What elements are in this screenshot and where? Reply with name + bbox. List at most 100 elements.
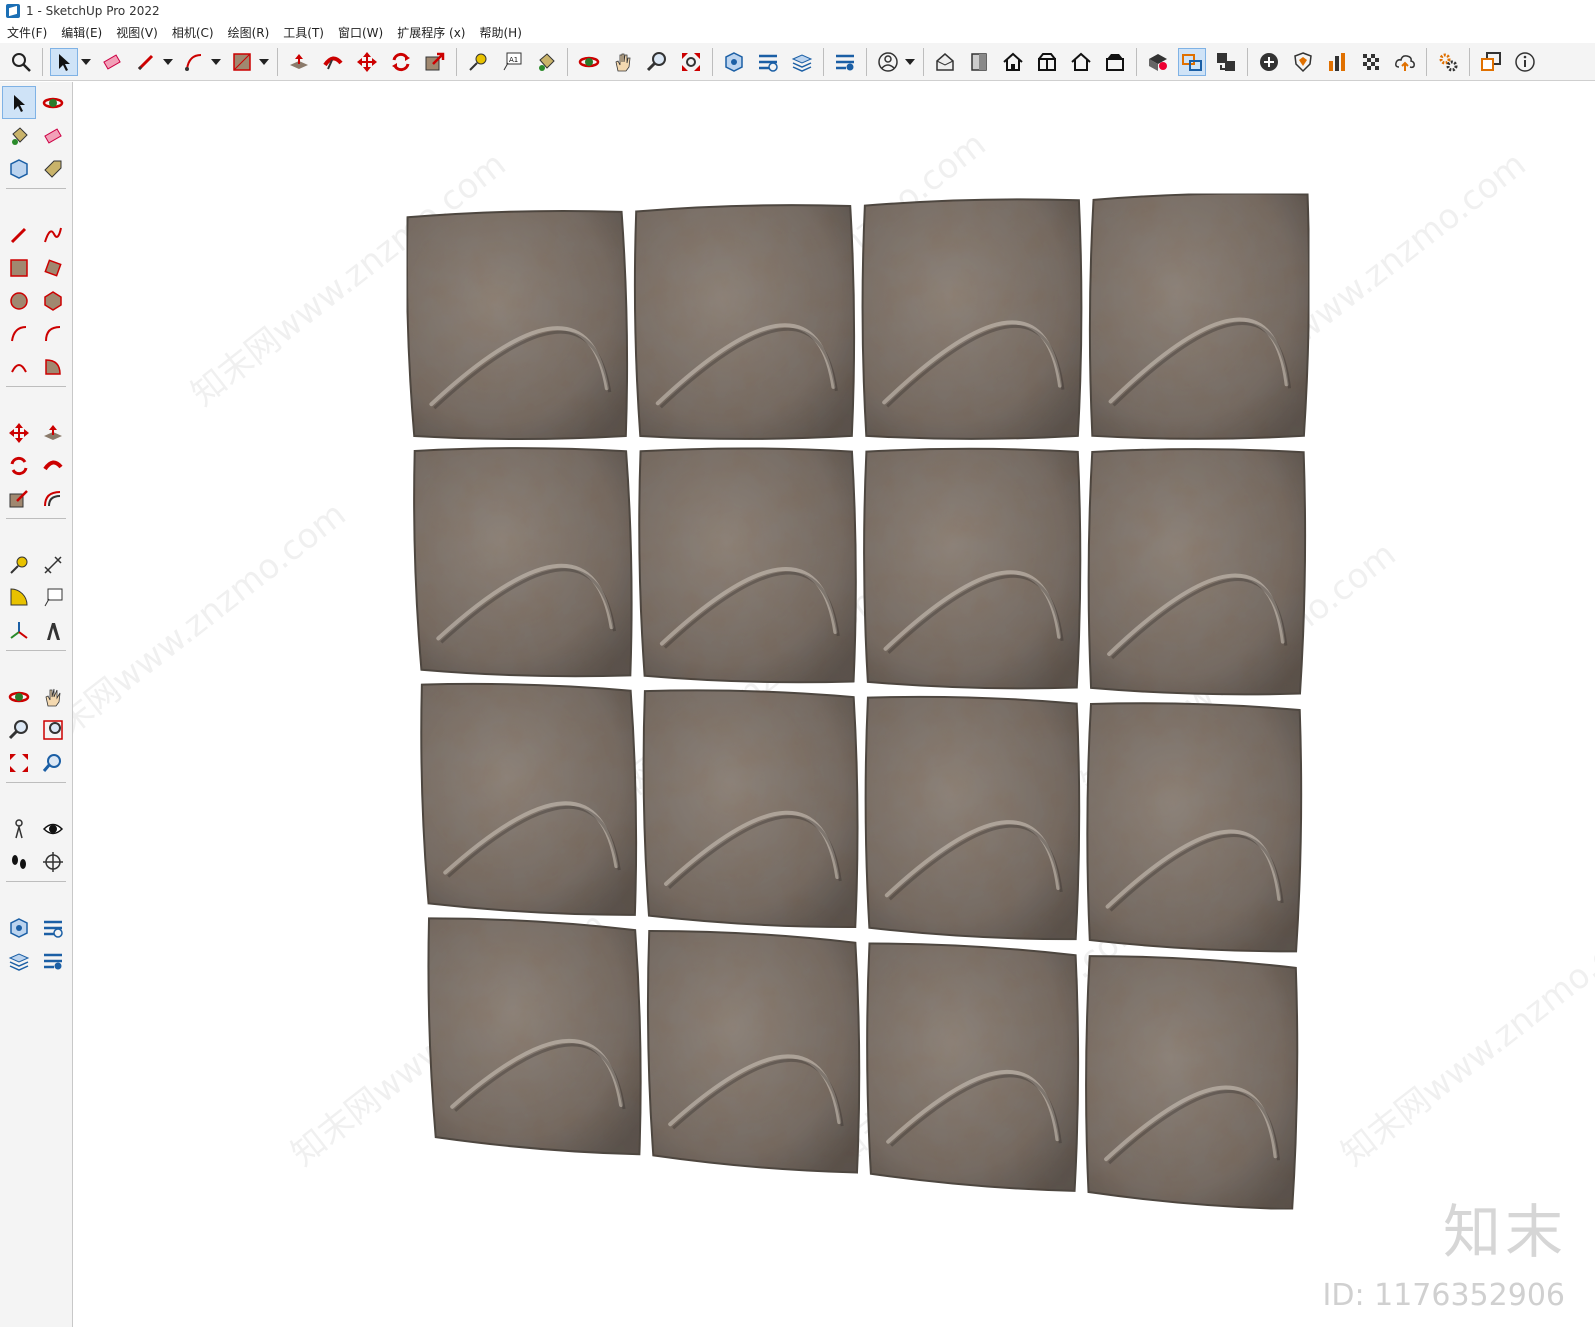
push-pull-icon[interactable]	[285, 48, 313, 76]
pan-icon[interactable]	[36, 680, 70, 713]
front-view-icon[interactable]	[965, 48, 993, 76]
arc-icon[interactable]	[180, 48, 208, 76]
menu-file[interactable]: 文件(F)	[0, 24, 54, 41]
stone-tile[interactable]	[633, 204, 856, 440]
scale-icon[interactable]	[2, 482, 36, 515]
stone-tile[interactable]	[1085, 955, 1299, 1211]
follow-me-icon[interactable]	[319, 48, 347, 76]
zoom-window-icon[interactable]	[36, 713, 70, 746]
move-icon[interactable]	[353, 48, 381, 76]
rectangle-dropdown[interactable]	[259, 48, 269, 76]
scale-icon[interactable]	[421, 48, 449, 76]
checker-icon[interactable]	[1357, 48, 1385, 76]
chart-icon[interactable]	[1323, 48, 1351, 76]
layers-icon[interactable]	[2, 944, 36, 977]
follow-me-icon[interactable]	[36, 449, 70, 482]
orbit-icon[interactable]	[575, 48, 603, 76]
zoom-icon[interactable]	[2, 713, 36, 746]
account-dropdown[interactable]	[905, 48, 915, 76]
warehouse-icon[interactable]	[1144, 48, 1172, 76]
select-icon[interactable]	[50, 47, 78, 76]
stone-tile[interactable]	[1088, 192, 1310, 440]
layers-icon[interactable]	[788, 48, 816, 76]
menu-extensions[interactable]: 扩展程序 (x)	[390, 24, 472, 41]
stone-tile[interactable]	[638, 447, 857, 684]
arc-icon[interactable]	[2, 317, 36, 350]
stone-tile[interactable]	[420, 682, 638, 916]
stone-tile[interactable]	[642, 689, 859, 928]
pie-icon[interactable]	[36, 350, 70, 383]
rotated-rectangle-icon[interactable]	[36, 251, 70, 284]
offset-icon[interactable]	[36, 482, 70, 515]
select-dropdown[interactable]	[81, 48, 91, 76]
styles-icon[interactable]	[831, 48, 859, 76]
account-icon[interactable]	[874, 48, 902, 76]
protractor-icon[interactable]	[2, 581, 36, 614]
3d-text-icon[interactable]	[36, 614, 70, 647]
extensions-icon[interactable]	[1212, 48, 1240, 76]
rotate-icon[interactable]	[2, 449, 36, 482]
stone-wall-panel-model[interactable]	[73, 82, 1595, 1327]
zoom-extents-icon[interactable]	[677, 48, 705, 76]
stone-tile[interactable]	[646, 929, 861, 1174]
tag-icon[interactable]	[36, 152, 70, 185]
menu-tools[interactable]: 工具(T)	[276, 24, 331, 41]
back-view-icon[interactable]	[1067, 48, 1095, 76]
add-icon[interactable]	[1255, 48, 1283, 76]
top-view-icon[interactable]	[1101, 48, 1129, 76]
previous-view-icon[interactable]	[36, 746, 70, 779]
section-icon[interactable]	[754, 48, 782, 76]
search-icon[interactable]	[7, 48, 35, 76]
arc-2pt-icon[interactable]	[36, 317, 70, 350]
position-camera-icon[interactable]	[2, 812, 36, 845]
pencil-dropdown[interactable]	[163, 48, 173, 76]
polygon-icon[interactable]	[36, 284, 70, 317]
stone-tile[interactable]	[866, 942, 1080, 1192]
styles-icon[interactable]	[36, 944, 70, 977]
walk-icon[interactable]	[2, 845, 36, 878]
move-icon[interactable]	[2, 416, 36, 449]
stone-tile[interactable]	[863, 447, 1082, 690]
tape-measure-icon[interactable]	[464, 48, 492, 76]
iso-view-icon[interactable]	[931, 48, 959, 76]
cloud-icon[interactable]	[1391, 48, 1419, 76]
stone-tile[interactable]	[861, 198, 1083, 440]
menu-edit[interactable]: 编辑(E)	[54, 24, 109, 41]
push-pull-icon[interactable]	[36, 416, 70, 449]
arc-dropdown[interactable]	[211, 48, 221, 76]
orbit-icon[interactable]	[36, 86, 70, 119]
circle-icon[interactable]	[2, 284, 36, 317]
look-around-icon[interactable]	[36, 812, 70, 845]
text-icon[interactable]	[36, 581, 70, 614]
info-icon[interactable]	[1511, 48, 1539, 76]
zoom-extents-icon[interactable]	[2, 746, 36, 779]
paint-bucket-icon[interactable]	[532, 48, 560, 76]
pan-icon[interactable]	[609, 48, 637, 76]
dimension-icon[interactable]	[36, 548, 70, 581]
zoom-icon[interactable]	[643, 48, 671, 76]
freehand-icon[interactable]	[36, 218, 70, 251]
rotate-icon[interactable]	[387, 48, 415, 76]
section-plane-icon[interactable]	[36, 845, 70, 878]
stone-tile[interactable]	[864, 695, 1081, 941]
model-viewport[interactable]: 知末网www.znzmo.com 知末网www.znzmo.com 知末网www…	[73, 82, 1595, 1327]
orbit-icon[interactable]	[2, 680, 36, 713]
solid-tools-icon[interactable]	[2, 911, 36, 944]
home-view-icon[interactable]	[999, 48, 1027, 76]
menu-help[interactable]: 帮助(H)	[472, 24, 528, 41]
pencil-icon[interactable]	[132, 48, 160, 76]
menu-window[interactable]: 窗口(W)	[331, 24, 390, 41]
share-icon[interactable]	[1178, 47, 1206, 76]
rectangle-icon[interactable]	[228, 48, 256, 76]
paint-bucket-icon[interactable]	[2, 119, 36, 152]
component-icon[interactable]	[2, 152, 36, 185]
stone-tile[interactable]	[427, 917, 642, 1156]
stone-tile[interactable]	[413, 447, 633, 678]
stone-tile[interactable]	[1087, 448, 1307, 696]
eraser-icon[interactable]	[98, 48, 126, 76]
shield-icon[interactable]	[1289, 48, 1317, 76]
arc-3pt-icon[interactable]	[2, 350, 36, 383]
settings-icon[interactable]	[1434, 48, 1462, 76]
pencil-icon[interactable]	[2, 218, 36, 251]
rectangle-icon[interactable]	[2, 251, 36, 284]
